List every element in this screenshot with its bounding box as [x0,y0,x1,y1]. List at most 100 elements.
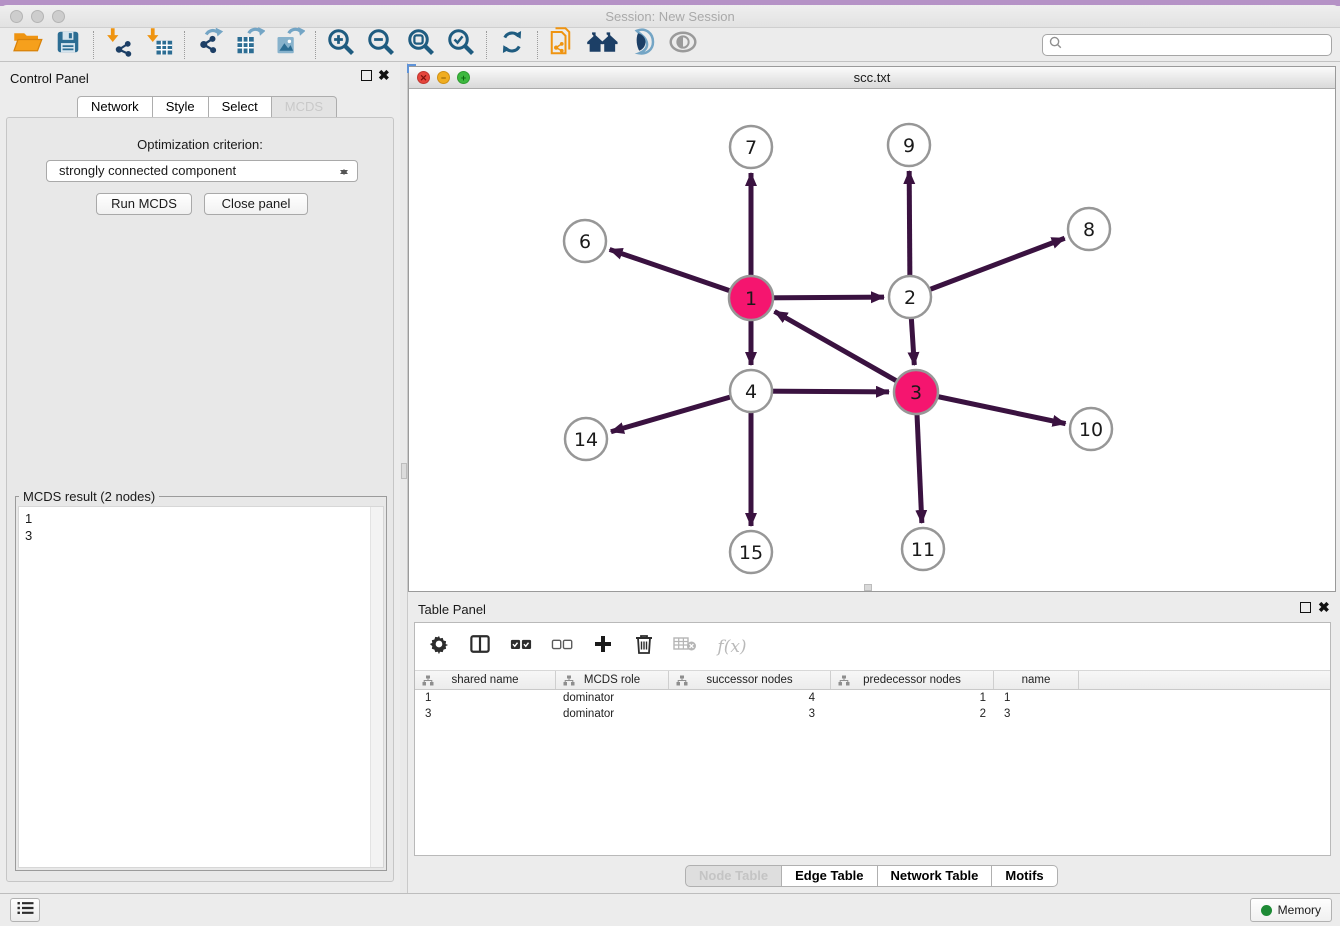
result-scrollbar[interactable] [370,507,383,867]
column-header-mcds-role[interactable]: MCDS role [556,671,669,689]
criterion-dropdown[interactable]: strongly connected component [46,160,358,182]
network-maximize-button[interactable]: + [457,71,470,84]
column-header-name[interactable]: name [994,671,1079,689]
function-builder-button[interactable]: f(x) [715,635,749,659]
close-panel-button[interactable]: Close panel [204,193,308,215]
splitter-grip[interactable] [401,463,407,479]
tab-mcds[interactable]: MCDS [272,96,337,118]
table-options-button[interactable] [428,635,450,659]
graph-node-15[interactable]: 15 [730,531,772,573]
tab-network[interactable]: Network [77,96,153,118]
graph-node-3[interactable]: 3 [894,370,938,414]
close-window-button[interactable] [10,10,23,23]
apply-style-button[interactable] [623,30,663,60]
zoom-fit-button[interactable] [401,30,441,60]
close-table-panel-icon[interactable]: ✖ [1318,600,1330,614]
network-from-file-button[interactable] [543,30,583,60]
open-folder-icon [13,29,43,60]
tab-motifs[interactable]: Motifs [992,865,1057,887]
export-table-button[interactable] [230,30,270,60]
table-row[interactable]: 3 dominator 3 2 3 [415,706,1330,722]
search-field[interactable] [1042,34,1332,56]
graph-node-9[interactable]: 9 [888,124,930,166]
tab-edge-table[interactable]: Edge Table [782,865,877,887]
svg-text:14: 14 [574,429,598,451]
tab-network-table[interactable]: Network Table [878,865,993,887]
table-panel-header: Table Panel ✖ [408,596,1336,622]
cell-successor-nodes: 3 [669,706,831,722]
graph-node-1[interactable]: 1 [729,276,773,320]
svg-text:11: 11 [911,539,935,561]
show-hide-graphics-button[interactable] [663,30,703,60]
console-button[interactable] [10,898,40,922]
network-minimize-button[interactable]: − [437,71,450,84]
export-image-button[interactable] [270,30,310,60]
network-graph[interactable]: 7 9 6 8 1 2 4 3 14 10 15 11 [409,89,1335,591]
search-input[interactable] [1067,38,1325,52]
cell-shared-name: 3 [415,706,556,722]
zoom-selected-button[interactable] [441,30,481,60]
graph-node-4[interactable]: 4 [730,370,772,412]
tab-node-table[interactable]: Node Table [685,865,782,887]
graph-node-10[interactable]: 10 [1070,408,1112,450]
import-table-button[interactable] [139,30,179,60]
tab-style[interactable]: Style [153,96,209,118]
cell-mcds-role: dominator [556,690,669,706]
run-mcds-button[interactable]: Run MCDS [96,193,192,215]
refresh-view-button[interactable] [492,30,532,60]
graph-node-14[interactable]: 14 [565,418,607,460]
cell-predecessor-nodes: 2 [831,706,994,722]
float-panel-icon[interactable] [361,70,372,81]
graph-edge-3-1[interactable] [774,311,916,392]
zoom-out-button[interactable] [361,30,401,60]
table-panel-title: Table Panel [418,602,486,617]
close-panel-icon[interactable]: ✖ [378,68,390,82]
delete-column-button[interactable] [633,635,655,659]
import-network-button[interactable] [99,30,139,60]
mcds-result-text: 1 3 [19,507,383,547]
add-column-button[interactable] [592,635,614,659]
column-header-successor-nodes[interactable]: successor nodes [669,671,831,689]
column-header-shared-name[interactable]: shared name [415,671,556,689]
deselect-all-button[interactable] [551,635,573,659]
network-resize-grip[interactable] [864,584,872,591]
toolbar-separator [537,31,538,59]
tab-select[interactable]: Select [209,96,272,118]
select-all-button[interactable] [510,635,532,659]
network-window-titlebar[interactable]: ✕ − + scc.txt [409,67,1335,89]
search-icon [1049,36,1062,54]
fx-icon: f(x) [717,637,746,657]
home-view-button[interactable] [583,30,623,60]
network-close-button[interactable]: ✕ [417,71,430,84]
column-chooser-button[interactable] [469,635,491,659]
memory-button[interactable]: Memory [1250,898,1332,922]
minimize-window-button[interactable] [31,10,44,23]
network-canvas[interactable]: 7 9 6 8 1 2 4 3 14 10 15 11 [409,89,1335,591]
column-header-predecessor-nodes[interactable]: predecessor nodes [831,671,994,689]
gear-icon [429,634,449,659]
graph-edge-2-8[interactable] [910,238,1065,297]
control-panel-title: Control Panel [10,71,89,86]
graph-node-8[interactable]: 8 [1068,208,1110,250]
zoom-in-button[interactable] [321,30,361,60]
column-type-icon [422,675,434,686]
maximize-window-button[interactable] [52,10,65,23]
document-network-icon [548,27,578,62]
import-network-icon [104,27,134,62]
column-type-icon [563,675,575,686]
graph-node-7[interactable]: 7 [730,126,772,168]
table-row[interactable]: 1 dominator 4 1 1 [415,690,1330,706]
style-brush-icon [628,27,658,62]
panel-splitter[interactable] [400,63,408,893]
graph-node-11[interactable]: 11 [902,528,944,570]
open-session-button[interactable] [8,30,48,60]
float-table-panel-icon[interactable] [1300,602,1311,613]
cell-successor-nodes: 4 [669,690,831,706]
graph-node-6[interactable]: 6 [564,220,606,262]
export-network-button[interactable] [190,30,230,60]
delete-table-button[interactable] [674,635,696,659]
mcds-result-textarea[interactable]: 1 3 [18,506,384,868]
svg-text:6: 6 [579,231,591,253]
graph-node-2[interactable]: 2 [889,276,931,318]
save-session-button[interactable] [48,30,88,60]
